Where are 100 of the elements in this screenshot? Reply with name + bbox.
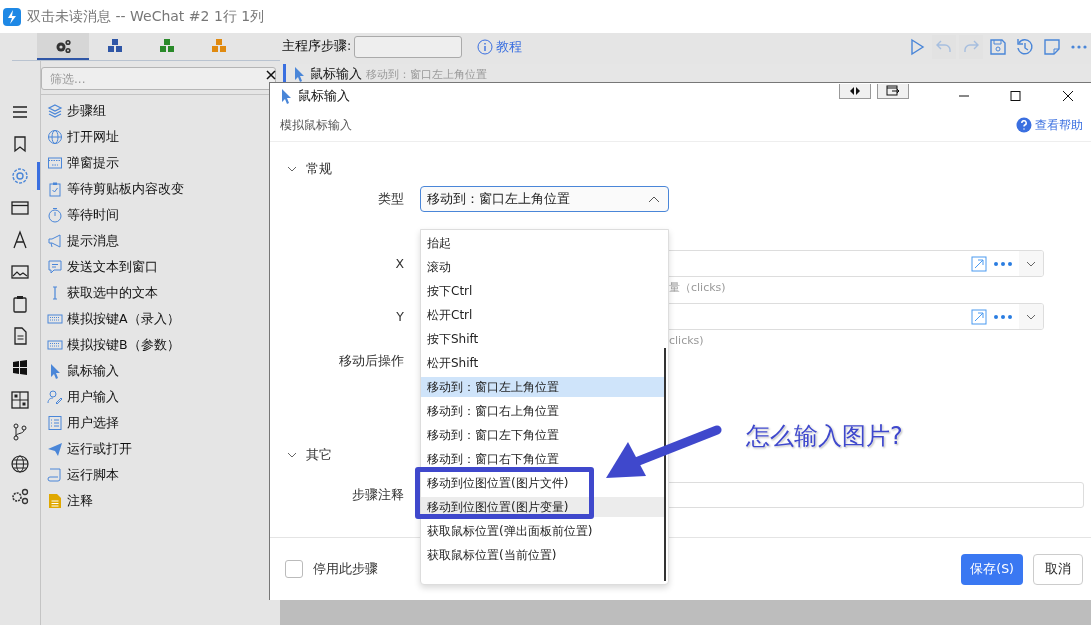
expand-icon: [971, 308, 987, 325]
action-item[interactable]: 用户选择: [41, 410, 123, 436]
field-label: Y: [395, 309, 404, 324]
more-icon: [1071, 44, 1087, 49]
megaphone-icon: [47, 233, 63, 249]
save-button[interactable]: 保存(S): [961, 553, 1023, 585]
history-icon: [1015, 36, 1035, 57]
expand-icon: [971, 255, 987, 272]
dropdown-option[interactable]: 按下Ctrl: [421, 281, 477, 301]
action-item[interactable]: 注释: [41, 488, 97, 514]
info-icon: [477, 38, 494, 55]
keyboard-icon: [47, 337, 63, 353]
sticky-note-icon: [1042, 36, 1062, 57]
save-icon: [988, 36, 1008, 57]
chat-icon: [47, 259, 63, 275]
branch-icon: [10, 422, 30, 442]
chevron-down-icon: [1026, 260, 1036, 267]
globe-icon: [10, 454, 30, 474]
dropdown-option[interactable]: 获取鼠标位置(当前位置): [421, 545, 561, 565]
field-label: 移动后操作: [338, 353, 404, 370]
left-right-arrows-icon: [849, 85, 861, 96]
paper-plane-icon: [47, 441, 63, 457]
stopwatch-icon: [47, 207, 63, 223]
action-item[interactable]: 鼠标输入: [41, 358, 123, 384]
scrollbar-thumb[interactable]: [664, 348, 666, 581]
note-icon: [47, 493, 63, 509]
annotation-text: 怎么输入图片?: [746, 421, 903, 452]
step-title: 鼠标输入: [310, 65, 362, 83]
window-arrow-icon: [886, 85, 900, 96]
dialog-title: 鼠标输入: [298, 87, 350, 105]
grid-icon: [10, 390, 30, 410]
dropdown-option[interactable]: 抬起: [421, 233, 455, 253]
dropdown-option[interactable]: 移动到：窗口右下角位置: [421, 449, 563, 469]
step-label: 主程序步骤:: [282, 38, 352, 55]
palette-tab[interactable]: [37, 33, 89, 60]
user-edit-icon: [47, 389, 63, 405]
settings-icon: [10, 166, 30, 186]
action-item[interactable]: 等待时间: [41, 202, 123, 228]
dropdown-option[interactable]: 移动到：窗口右上角位置: [421, 401, 563, 421]
pointer-icon: [292, 66, 306, 82]
dropdown-menu[interactable]: 抬起 滚动 按下Ctrl 松开Ctrl 按下Shift 松开Shift 移动到：窗口左上角位置 移动到：窗口右上角位置 移动到：窗口左下角位置 移动到：窗口右下角位置 移动到位图位置(图片文件) 移动到位图位置(图片变量) 获取鼠标位置(弹出面板前位置) 获取鼠标位置(当前位置): [420, 229, 669, 585]
close-icon: [264, 68, 278, 82]
tutorial-link[interactable]: 教程: [477, 37, 523, 56]
action-item[interactable]: 弹窗提示: [41, 150, 123, 176]
scroll-icon: [47, 467, 63, 483]
action-item[interactable]: 等待剪贴板内容改变: [41, 176, 188, 202]
clear-button[interactable]: [264, 68, 278, 82]
field-label: 步骤注释: [351, 486, 404, 504]
action-item[interactable]: 提示消息: [41, 228, 123, 254]
dropdown-option[interactable]: 滚动: [421, 257, 455, 277]
action-item[interactable]: 发送文本到窗口: [41, 254, 162, 280]
clipboard-check-icon: [47, 181, 63, 197]
field-label: X: [394, 256, 404, 271]
chevron-up-icon: [648, 195, 660, 203]
gears-icon: [10, 486, 30, 506]
checkbox-label: 停用此步骤: [313, 560, 378, 578]
step-detail: 移动到：窗口左上角位置: [366, 66, 487, 82]
dropdown-option[interactable]: 移动到位图位置(图片变量): [421, 497, 664, 517]
help-icon: [1016, 117, 1032, 133]
dock-button[interactable]: [839, 83, 871, 99]
section-title: 其它: [306, 446, 332, 464]
action-item[interactable]: 运行脚本: [41, 462, 123, 488]
action-item[interactable]: 获取选中的文本: [41, 280, 162, 306]
window-title: 双击未读消息 -- WeChat #2 1行 1列: [27, 7, 265, 26]
popup-icon: [47, 155, 63, 171]
dropdown-option[interactable]: 移动到位图位置(图片文件): [421, 473, 573, 493]
dropdown-option[interactable]: 移动到：窗口左下角位置: [421, 425, 563, 445]
dialog-subtitle: 模拟鼠标输入: [280, 116, 352, 134]
close-icon: [1061, 90, 1075, 102]
pop-out-button[interactable]: [877, 83, 909, 99]
field-hint: clicks): [669, 334, 704, 347]
section-title: 常规: [306, 160, 332, 178]
action-item[interactable]: 用户输入: [41, 384, 123, 410]
action-item[interactable]: 模拟按键B（参数）: [41, 332, 184, 358]
app-logo-icon: [3, 7, 21, 26]
dropdown-option[interactable]: 获取鼠标位置(弹出面板前位置): [421, 521, 597, 541]
step-field[interactable]: [354, 35, 463, 58]
more-icon: [993, 313, 1013, 320]
action-item[interactable]: 打开网址: [41, 124, 123, 150]
window-icon: [10, 198, 30, 218]
pointer-icon: [280, 88, 292, 104]
clipboard-icon: [10, 294, 30, 314]
help-link[interactable]: 查看帮助: [1016, 116, 1083, 134]
chevron-down-icon: [1026, 313, 1036, 320]
image-icon: [10, 262, 30, 282]
dropdown-option[interactable]: 移动到：窗口左上角位置: [421, 377, 664, 397]
filter-field[interactable]: 筛选...: [41, 67, 276, 90]
dropdown-option[interactable]: 松开Shift: [421, 353, 483, 373]
checkbox[interactable]: [285, 560, 303, 578]
dropdown-option[interactable]: 按下Shift: [421, 329, 483, 349]
cancel-button[interactable]: 取消: [1033, 553, 1083, 585]
action-item[interactable]: 运行或打开: [41, 436, 136, 462]
action-item[interactable]: 步骤组: [41, 98, 110, 124]
globe-icon: [47, 129, 63, 145]
action-item[interactable]: 模拟按键A（录入）: [41, 306, 184, 332]
dropdown-option[interactable]: 松开Ctrl: [421, 305, 477, 325]
more-icon: [993, 260, 1013, 267]
four-panes-icon: [10, 358, 30, 378]
keyboard-icon: [47, 311, 63, 327]
type-select[interactable]: 移动到：窗口左上角位置: [420, 186, 669, 212]
